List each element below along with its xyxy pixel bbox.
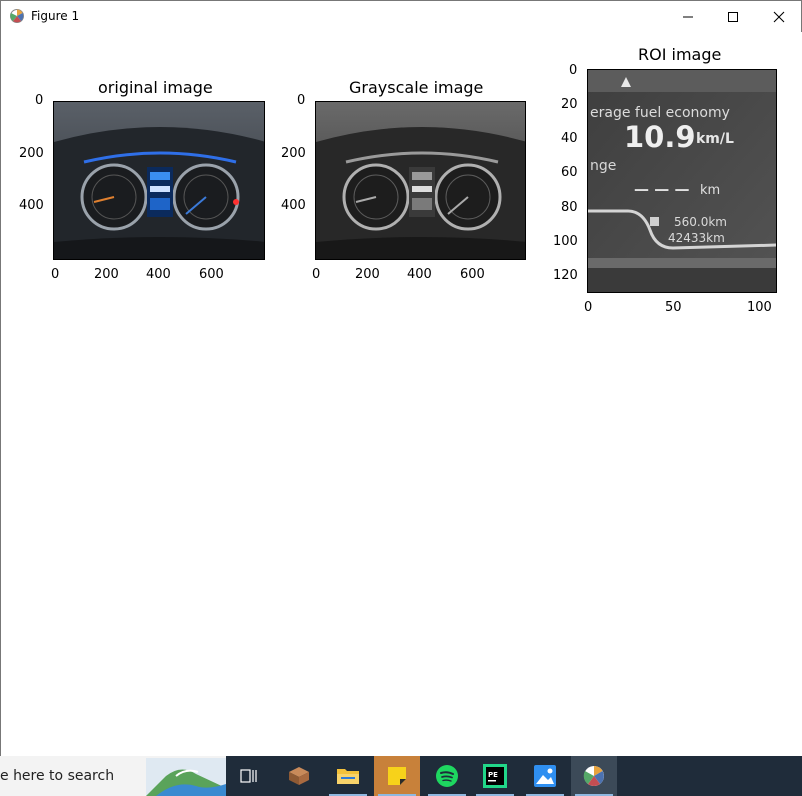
task-view-icon bbox=[240, 769, 257, 783]
roi-text-line: erage fuel economy bbox=[590, 105, 730, 121]
pycharm-button[interactable]: PE bbox=[472, 756, 518, 796]
minimize-button[interactable] bbox=[665, 1, 711, 32]
y-tick-label: 20 bbox=[561, 97, 578, 112]
roi-fuel-unit: km/L bbox=[696, 131, 734, 147]
axes-title-original: original image bbox=[98, 78, 213, 97]
maximize-button[interactable] bbox=[710, 1, 756, 32]
dashboard-photo-gray bbox=[316, 102, 525, 259]
task-view-button[interactable] bbox=[226, 756, 272, 796]
window-title: Figure 1 bbox=[31, 9, 80, 23]
axes-title-grayscale: Grayscale image bbox=[349, 78, 484, 97]
x-tick-label: 200 bbox=[94, 267, 119, 282]
roi-dashes: — — — bbox=[634, 180, 689, 198]
grayscale-image bbox=[315, 101, 526, 260]
sticky-notes-button[interactable] bbox=[374, 756, 420, 796]
x-tick-label: 600 bbox=[460, 267, 485, 282]
taskbar-app-button[interactable] bbox=[276, 756, 322, 796]
app-icon bbox=[289, 767, 309, 785]
close-button[interactable] bbox=[756, 1, 802, 32]
spotify-button[interactable] bbox=[424, 756, 470, 796]
photos-icon bbox=[534, 765, 556, 787]
y-tick-label: 60 bbox=[561, 165, 578, 180]
roi-text-line: nge bbox=[590, 158, 616, 174]
pycharm-icon: PE bbox=[483, 764, 507, 788]
x-tick-label: 200 bbox=[355, 267, 380, 282]
x-tick-label: 100 bbox=[747, 300, 772, 315]
taskbar: e here to search PE bbox=[0, 756, 802, 796]
x-tick-label: 50 bbox=[665, 300, 682, 315]
roi-photo: erage fuel economy 10.9 km/L nge — — — k… bbox=[588, 70, 776, 292]
matplotlib-taskbar-button[interactable] bbox=[571, 756, 617, 796]
x-tick-label: 0 bbox=[312, 267, 321, 282]
roi-km: km bbox=[700, 183, 720, 198]
close-icon bbox=[773, 11, 785, 22]
x-tick-label: 0 bbox=[584, 300, 593, 315]
roi-fuel-value: 10.9 bbox=[624, 120, 696, 154]
y-tick-label: 400 bbox=[19, 198, 44, 213]
spotify-icon bbox=[436, 765, 458, 787]
minimize-icon bbox=[683, 16, 693, 17]
roi-odometer: 42433km bbox=[668, 231, 725, 245]
y-tick-label: 100 bbox=[553, 234, 578, 249]
dashboard-photo bbox=[54, 102, 264, 259]
figure-canvas: original image 0 200 400 0 200 400 600 G… bbox=[2, 32, 802, 757]
search-placeholder: e here to search bbox=[0, 768, 115, 784]
folder-icon bbox=[337, 769, 359, 784]
matplotlib-icon bbox=[583, 766, 604, 786]
matplotlib-icon bbox=[10, 9, 24, 23]
roi-image: erage fuel economy 10.9 km/L nge — — — k… bbox=[587, 69, 777, 293]
figure-window: Figure 1 original image 0 200 400 0 200 … bbox=[0, 0, 802, 757]
y-tick-label: 0 bbox=[297, 93, 306, 108]
svg-text:PE: PE bbox=[488, 771, 498, 779]
taskbar-search[interactable]: e here to search bbox=[0, 756, 226, 796]
y-tick-label: 400 bbox=[281, 198, 306, 213]
y-tick-label: 200 bbox=[281, 146, 306, 161]
y-tick-label: 120 bbox=[553, 268, 578, 283]
title-bar[interactable]: Figure 1 bbox=[1, 1, 801, 32]
file-explorer-button[interactable] bbox=[325, 756, 371, 796]
search-highlight-icon bbox=[146, 758, 226, 796]
y-tick-label: 200 bbox=[19, 146, 44, 161]
axes-title-roi: ROI image bbox=[638, 45, 722, 64]
photos-button[interactable] bbox=[522, 756, 568, 796]
x-tick-label: 400 bbox=[146, 267, 171, 282]
original-image bbox=[53, 101, 265, 260]
sticky-notes-icon bbox=[388, 767, 406, 785]
x-tick-label: 600 bbox=[199, 267, 224, 282]
x-tick-label: 0 bbox=[51, 267, 60, 282]
y-tick-label: 40 bbox=[561, 131, 578, 146]
roi-range-value: 560.0km bbox=[674, 215, 727, 229]
maximize-icon bbox=[728, 11, 738, 22]
y-tick-label: 0 bbox=[569, 63, 578, 78]
y-tick-label: 0 bbox=[35, 93, 44, 108]
y-tick-label: 80 bbox=[561, 200, 578, 215]
x-tick-label: 400 bbox=[407, 267, 432, 282]
